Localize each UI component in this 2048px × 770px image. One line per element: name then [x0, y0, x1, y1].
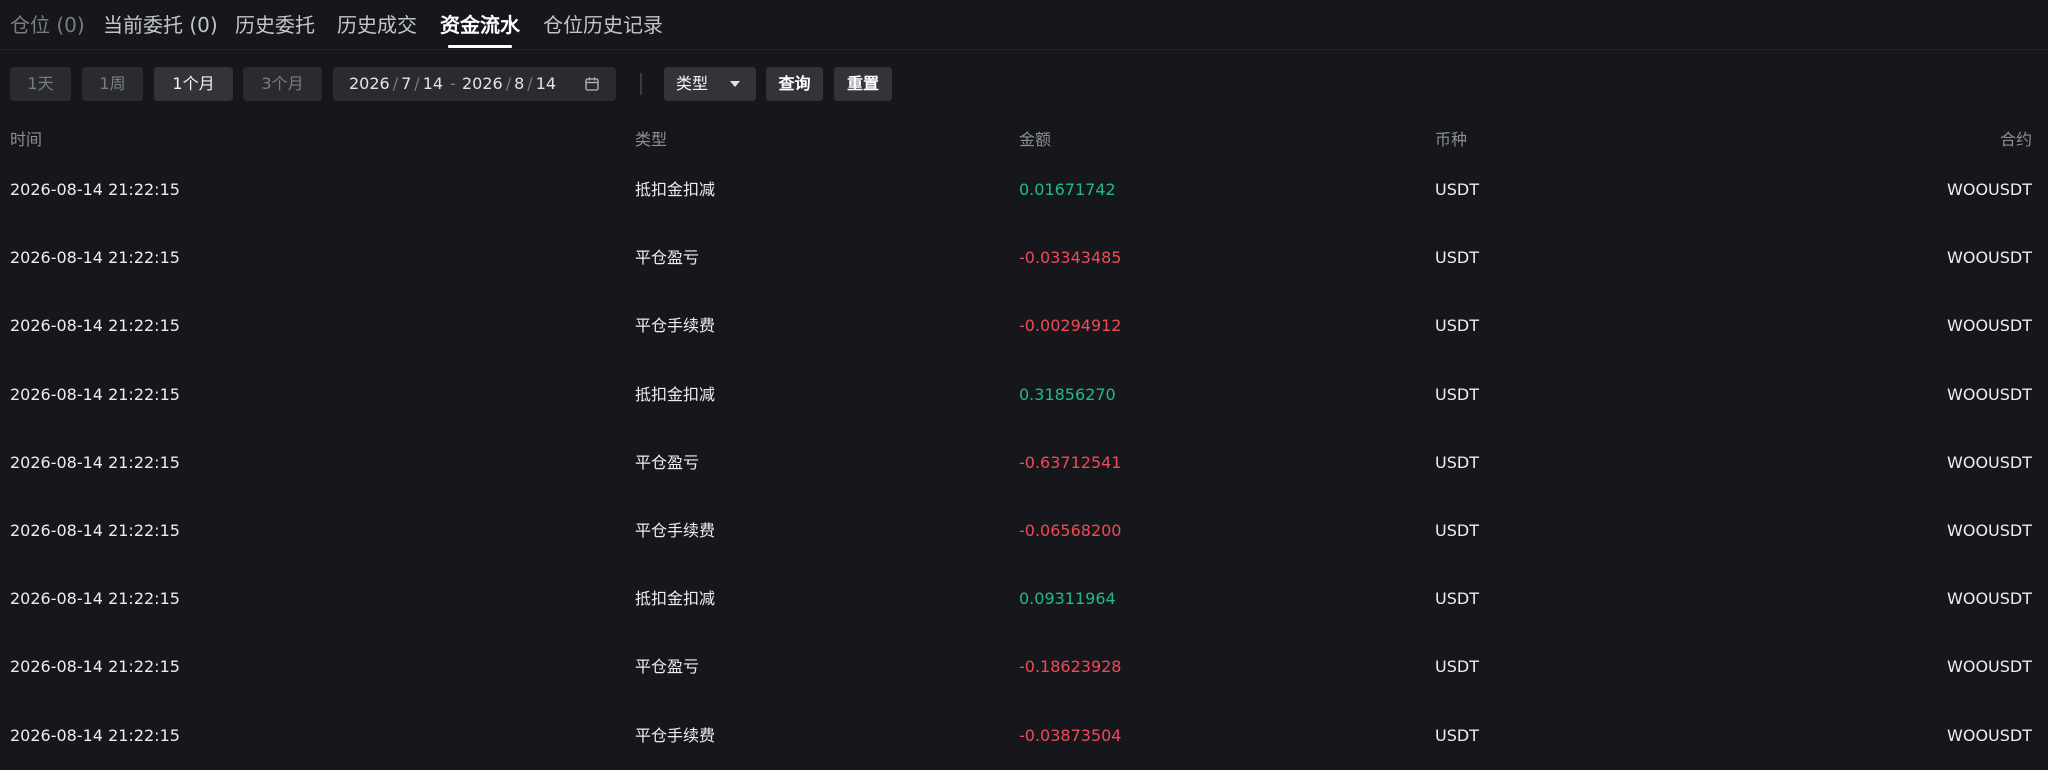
row-currency: USDT [1435, 657, 1479, 677]
row-amount: -0.18623928 [1019, 657, 1122, 677]
row-amount: 0.31856270 [1019, 384, 1116, 404]
row-contract: WOOUSDT [1947, 520, 2032, 540]
date-end-year: 2026 [462, 74, 503, 93]
row-contract: WOOUSDT [1947, 657, 2032, 677]
date-range-picker[interactable]: 2026/7/14 - 2026/8/14 [333, 67, 616, 101]
row-amount: -0.06568200 [1019, 520, 1122, 540]
row-type: 抵扣金扣减 [635, 589, 716, 609]
filter-divider [640, 73, 642, 95]
row-contract: WOOUSDT [1947, 589, 2032, 609]
type-select[interactable]: 类型 [664, 67, 756, 101]
row-currency: USDT [1435, 316, 1479, 336]
row-amount: -0.03343485 [1019, 248, 1122, 268]
row-time: 2026-08-14 21:22:15 [10, 589, 180, 609]
tab-order-history[interactable]: 历史委托 [235, 10, 315, 40]
row-currency: USDT [1435, 725, 1479, 745]
date-separator: / [392, 74, 399, 93]
period-1d-button[interactable]: 1天 [10, 67, 71, 101]
tab-trade-history[interactable]: 历史成交 [337, 10, 417, 40]
reset-button[interactable]: 重置 [834, 67, 892, 101]
row-type: 平仓盈亏 [635, 248, 700, 268]
header-currency: 币种 [1435, 130, 1468, 149]
row-time: 2026-08-14 21:22:15 [10, 384, 180, 404]
row-type: 平仓手续费 [635, 520, 716, 540]
row-time: 2026-08-14 21:22:15 [10, 452, 180, 472]
row-amount: -0.03873504 [1019, 725, 1122, 745]
period-1m-button[interactable]: 1个月 [154, 67, 233, 101]
active-tab-indicator [448, 45, 512, 48]
date-start-day: 14 [422, 74, 444, 93]
row-currency: USDT [1435, 384, 1479, 404]
row-type: 平仓盈亏 [635, 657, 700, 677]
header-time: 时间 [10, 130, 43, 149]
row-amount: 0.01671742 [1019, 180, 1116, 199]
table-row: 2026-08-14 21:22:15 抵扣金扣减 0.31856270 USDT WO… [0, 361, 2048, 429]
row-time: 2026-08-14 21:22:15 [10, 725, 180, 745]
row-currency: USDT [1435, 248, 1479, 268]
table-row: 2026-08-14 21:22:15 平仓盈亏 -0.18623928 USDT WO… [0, 633, 2048, 701]
row-time: 2026-08-14 21:22:15 [10, 520, 180, 540]
period-1w-button[interactable]: 1周 [82, 67, 143, 101]
table-row: 2026-08-14 21:22:15 平仓盈亏 -0.03343485 USDT WO… [0, 224, 2048, 292]
query-button[interactable]: 查询 [766, 67, 823, 101]
row-time: 2026-08-14 21:22:15 [10, 657, 180, 677]
table-header: 时间 类型 金额 币种 合约 [0, 114, 2048, 156]
header-contract: 合约 [1999, 130, 2032, 149]
row-time: 2026-08-14 21:22:15 [10, 316, 180, 336]
fund-flow-table: 时间 类型 金额 币种 合约 2026-08-14 21:22:15 抵扣金扣减 0… [0, 114, 2048, 770]
caret-down-icon [730, 81, 740, 87]
row-type: 抵扣金扣减 [635, 384, 716, 404]
table-row: 2026-08-14 21:22:15 抵扣金扣减 0.01671742 USDT WO… [0, 156, 2048, 224]
row-contract: WOOUSDT [1947, 452, 2032, 472]
row-time: 2026-08-14 21:22:15 [10, 248, 180, 268]
row-currency: USDT [1435, 180, 1479, 199]
row-contract: WOOUSDT [1947, 384, 2032, 404]
type-select-label: 类型 [676, 74, 709, 93]
date-separator: / [527, 74, 533, 93]
date-range-separator: - [450, 74, 456, 93]
tab-open-orders[interactable]: 当前委托 (0) [103, 10, 218, 40]
filter-bar: 1天 1周 1个月 3个月 2026/7/14 - 2026/8/14 类型 查… [0, 67, 2048, 101]
date-separator: / [505, 74, 512, 93]
table-row: 2026-08-14 21:22:15 平仓手续费 -0.06568200 USDT W… [0, 497, 2048, 565]
row-amount: -0.00294912 [1019, 316, 1122, 336]
table-body: 2026-08-14 21:22:15 抵扣金扣减 0.01671742 USDT WO… [0, 156, 2048, 770]
row-currency: USDT [1435, 520, 1479, 540]
table-row: 2026-08-14 21:22:15 平仓手续费 -0.00294912 USDT W… [0, 292, 2048, 360]
row-amount: 0.09311964 [1019, 589, 1116, 609]
row-contract: WOOUSDT [1947, 725, 2032, 745]
header-amount: 金额 [1019, 130, 1052, 149]
date-start-month: 7 [401, 74, 412, 93]
row-contract: WOOUSDT [1947, 316, 2032, 336]
row-type: 平仓盈亏 [635, 452, 700, 472]
row-type: 抵扣金扣减 [635, 180, 716, 199]
table-row: 2026-08-14 21:22:15 平仓盈亏 -0.63712541 USDT WO… [0, 429, 2048, 497]
row-contract: WOOUSDT [1947, 180, 2032, 199]
tab-positions[interactable]: 仓位 (0) [10, 10, 85, 40]
row-contract: WOOUSDT [1947, 248, 2032, 268]
tab-position-history[interactable]: 仓位历史记录 [543, 10, 663, 40]
table-row: 2026-08-14 21:22:15 平仓手续费 -0.03873504 USDT W… [0, 702, 2048, 770]
date-start[interactable]: 2026/7/14 [349, 67, 443, 101]
row-currency: USDT [1435, 452, 1479, 472]
header-type: 类型 [635, 130, 668, 149]
table-row: 2026-08-14 21:22:15 抵扣金扣减 0.09311964 USDT WO… [0, 565, 2048, 633]
row-type: 平仓手续费 [635, 725, 716, 745]
row-time: 2026-08-14 21:22:15 [10, 180, 180, 199]
date-separator: / [414, 74, 420, 93]
row-type: 平仓手续费 [635, 316, 716, 336]
period-3m-button[interactable]: 3个月 [243, 67, 322, 101]
row-currency: USDT [1435, 589, 1479, 609]
calendar-icon[interactable] [585, 77, 599, 91]
date-start-year: 2026 [349, 74, 390, 93]
tab-fund-flow[interactable]: 资金流水 [440, 10, 520, 40]
date-end-day: 14 [535, 74, 557, 93]
date-end[interactable]: 2026/8/14 [462, 67, 556, 101]
row-amount: -0.63712541 [1019, 452, 1122, 472]
date-end-month: 8 [514, 74, 525, 93]
tab-bar: 仓位 (0) 当前委托 (0) 历史委托 历史成交 资金流水 仓位历史记录 [0, 0, 2048, 50]
